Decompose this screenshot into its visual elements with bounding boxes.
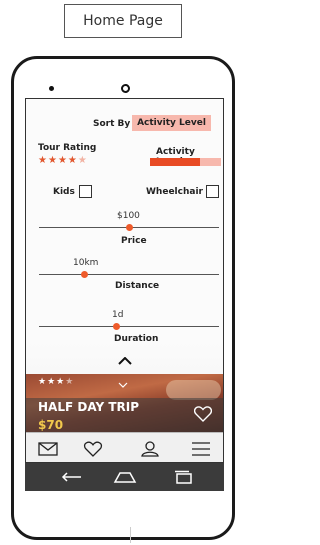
distance-label: Distance <box>115 281 160 291</box>
sort-by-value: Activity Level <box>137 118 206 128</box>
star-icon: ★ <box>38 155 48 166</box>
favorite-heart-icon[interactable] <box>194 406 212 422</box>
activity-level-bar[interactable] <box>150 158 221 166</box>
back-icon[interactable] <box>61 469 85 485</box>
duration-slider-handle[interactable] <box>112 323 120 330</box>
trip-price: $70 <box>38 418 64 432</box>
sort-by-select[interactable]: Activity Level <box>132 115 211 131</box>
system-nav-bar <box>25 463 224 491</box>
star-icon: ★ <box>47 377 57 387</box>
app-screen: Sort By Activity Level Tour Rating ★★★★★… <box>25 98 224 463</box>
recent-apps-icon[interactable] <box>171 469 195 485</box>
star-icon: ★ <box>57 155 68 166</box>
sensor-dot-icon <box>49 86 54 91</box>
page-title-box: Home Page <box>64 4 182 38</box>
kids-label: Kids <box>53 187 75 197</box>
star-icon: ★ <box>56 377 66 387</box>
heart-icon[interactable] <box>83 441 103 457</box>
trip-photo-highlight <box>166 380 221 400</box>
chevron-up-icon[interactable] <box>118 357 132 365</box>
wheelchair-label: Wheelchair <box>146 187 203 197</box>
trip-title: HALF DAY TRIP <box>38 400 140 414</box>
camera-icon <box>121 84 130 93</box>
wheelchair-checkbox[interactable] <box>206 185 219 198</box>
star-icon: ★ <box>77 155 88 166</box>
distance-slider[interactable] <box>39 274 219 275</box>
bottom-tab-bar <box>26 432 223 462</box>
kids-checkbox[interactable] <box>79 185 92 198</box>
star-icon: ★ <box>38 377 48 387</box>
trip-card[interactable]: ★★★★ HALF DAY TRIP $70 <box>26 374 223 432</box>
duration-value: 1d <box>112 310 124 320</box>
star-icon: ★ <box>47 155 58 166</box>
distance-slider-handle[interactable] <box>80 271 88 278</box>
activity-level-fill <box>150 158 200 166</box>
page-title: Home Page <box>83 13 163 29</box>
trip-rating-stars: ★★★★ <box>38 377 74 387</box>
price-value: $100 <box>117 211 140 221</box>
sort-by-label: Sort By <box>93 119 131 129</box>
chevron-down-icon[interactable] <box>118 382 128 388</box>
tour-rating-stars[interactable]: ★★★★★ <box>38 155 88 166</box>
price-label: Price <box>121 236 147 246</box>
tour-rating-label: Tour Rating <box>38 143 97 153</box>
duration-slider[interactable] <box>39 326 219 327</box>
price-slider-handle[interactable] <box>125 224 133 231</box>
star-icon: ★ <box>65 377 75 387</box>
mail-icon[interactable] <box>38 441 58 457</box>
menu-icon[interactable] <box>191 441 211 457</box>
user-icon[interactable] <box>140 441 160 457</box>
divider <box>130 527 131 543</box>
distance-value: 10km <box>73 258 99 268</box>
star-icon: ★ <box>67 155 78 166</box>
duration-label: Duration <box>114 334 159 344</box>
home-icon[interactable] <box>113 469 137 485</box>
